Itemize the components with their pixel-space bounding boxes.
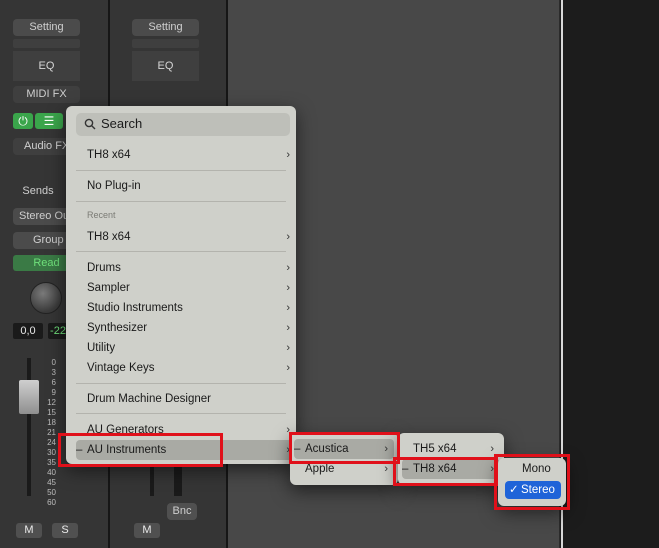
eq-slot-top [13,39,80,48]
slider-settings-icon[interactable]: ☰ [35,113,63,129]
bounce-button[interactable]: Bnc [167,503,197,520]
menu-item-label: Apple [305,463,335,475]
menu-item-synthesizer[interactable]: Synthesizer › [76,318,296,338]
chevron-right-icon: › [286,342,290,354]
recent-header: Recent [87,210,116,220]
plugin-menu: Search TH8 x64 › No Plug-in Recent TH8 x6… [66,106,296,464]
scale-mark: 24 [47,438,56,447]
annotation-box-acustica [289,432,400,464]
mute-button-2[interactable]: M [134,523,160,538]
menu-item-label: No Plug-in [87,180,141,192]
power-icon[interactable]: ⏻ [13,113,33,129]
menu-item-label: Utility [87,342,116,354]
menu-item-label: Drum Machine Designer [87,393,211,405]
annotation-box-au-instruments [58,433,223,467]
search-icon [84,117,96,135]
mute-button[interactable]: M [16,523,42,538]
separator [76,201,286,202]
menu-item-vintage-keys[interactable]: Vintage Keys › [76,358,296,378]
setting-button-2[interactable]: Setting [132,19,199,36]
annotation-box-th8 [393,457,498,486]
eq-button-2[interactable]: EQ [132,51,199,81]
scale-mark: 45 [47,478,56,487]
chevron-right-icon: › [286,149,290,161]
scale-mark: 35 [47,458,56,467]
solo-button[interactable]: S [52,523,78,538]
pan-knob[interactable] [30,282,62,314]
eq-button[interactable]: EQ [13,51,80,81]
peak-value: -22 [48,323,68,339]
scale-mark: 6 [51,378,56,387]
sends-label: Sends [22,185,54,197]
menu-item-label: Drums [87,262,121,274]
separator [76,251,286,252]
separator [76,170,286,171]
scale-mark: 9 [51,388,56,397]
annotation-box-stereo [494,454,570,510]
separator [76,383,286,384]
scale-mark: 3 [51,368,56,377]
chevron-right-icon: › [286,262,290,274]
menu-item-drums[interactable]: Drums › [76,258,296,278]
fader-track [27,358,31,496]
menu-item-label: TH5 x64 [413,443,457,455]
chevron-right-icon: › [286,322,290,334]
chevron-right-icon: › [286,282,290,294]
menu-item-label: Studio Instruments [87,302,183,314]
volume-fader[interactable] [19,380,39,414]
scale-mark: 40 [47,468,56,477]
menu-item-label: TH8 x64 [87,231,131,243]
setting-button[interactable]: Setting [13,19,80,36]
scale-mark: 18 [47,418,56,427]
menu-item-label: Vintage Keys [87,362,155,374]
menu-item-th5[interactable]: TH5 x64 › [402,439,500,459]
scale-mark: 12 [47,398,56,407]
separator [76,413,286,414]
right-panel [560,0,659,548]
search-field[interactable]: Search [76,113,290,136]
menu-item-drum-machine-designer[interactable]: Drum Machine Designer [76,389,296,409]
menu-item-label: Sampler [87,282,130,294]
menu-item-studio-instruments[interactable]: Studio Instruments › [76,298,296,318]
scale-mark: 50 [47,488,56,497]
scale-mark: 60 [47,498,56,507]
eq-slot-top-2 [132,39,199,48]
menu-item-no-plugin[interactable]: No Plug-in [76,176,296,196]
search-placeholder: Search [101,116,143,131]
menu-item-sampler[interactable]: Sampler › [76,278,296,298]
midi-fx-button[interactable]: MIDI FX [13,86,80,103]
scale-strip-1: 0 3 6 9 12 15 18 21 24 30 35 40 45 50 60 [42,358,56,508]
menu-item-label: TH8 x64 [87,149,131,161]
scale-mark: 0 [51,358,56,367]
menu-item-utility[interactable]: Utility › [76,338,296,358]
menu-item-recent-th8[interactable]: TH8 x64 › [76,227,296,247]
chevron-right-icon: › [286,362,290,374]
scale-mark: 21 [47,428,56,437]
menu-item-th8[interactable]: TH8 x64 › [76,145,296,165]
volume-value: 0,0 [13,323,43,339]
chevron-right-icon: › [286,231,290,243]
chevron-right-icon: › [286,302,290,314]
scale-mark: 15 [47,408,56,417]
menu-item-label: Synthesizer [87,322,148,334]
scale-mark: 30 [47,448,56,457]
